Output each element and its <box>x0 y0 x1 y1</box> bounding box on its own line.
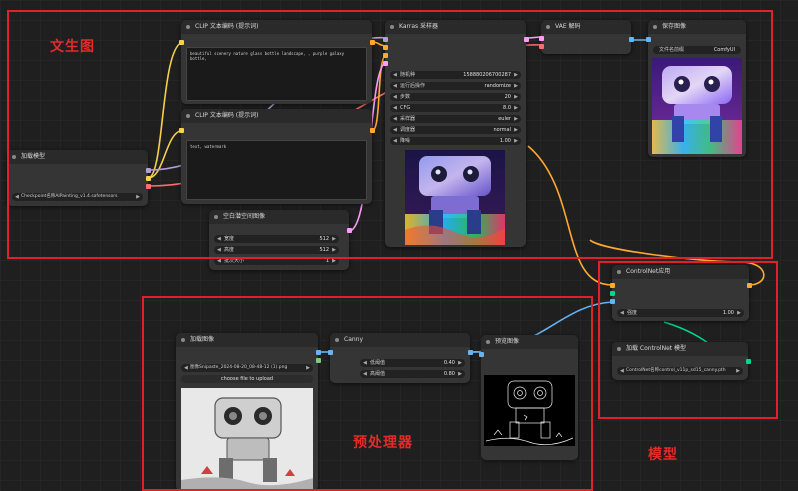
node-empty-latent[interactable]: 空白潜空间图像 ◀ 宽度 512 ▶ ◀ 高度 512 ▶ ◀ 批次大小 1 ▶ <box>209 210 352 270</box>
input-port-vae[interactable] <box>539 44 544 49</box>
arrow-right-icon[interactable]: ▶ <box>136 193 140 201</box>
output-port-image[interactable] <box>468 350 473 355</box>
node-canny[interactable]: Canny ◀ 低阈值 0.40 ▶ ◀ 高阈值 0.80 ▶ <box>328 333 473 383</box>
node-load-image[interactable]: 加载图像 ◀ 图像Snipaste_2024-08-20_08-48-12 (1… <box>176 333 321 491</box>
output-port-latent[interactable] <box>347 228 352 233</box>
node-title: 加载图像 <box>176 333 318 347</box>
output-port-clip[interactable] <box>146 176 151 181</box>
output-port-image[interactable] <box>316 350 321 355</box>
section-label-txt2img: 文生图 <box>50 39 95 55</box>
node-title: Canny <box>330 333 470 347</box>
collapse-dot-icon[interactable] <box>486 340 490 344</box>
node-clip-text-positive[interactable]: CLIP 文本编码 (提示词) beautiful scenery nature… <box>179 20 375 104</box>
input-port-negative[interactable] <box>383 53 388 58</box>
node-title: CLIP 文本编码 (提示词) <box>181 20 372 34</box>
seed-field[interactable]: ◀ 随机种 158880206700287 ▶ <box>390 71 521 79</box>
high-threshold-field[interactable]: ◀ 高阈值 0.80 ▶ <box>360 370 465 378</box>
collapse-dot-icon[interactable] <box>653 25 657 29</box>
node-vae-decode[interactable]: VAE 解码 <box>539 20 634 54</box>
prompt-textarea[interactable]: beautiful scenery nature glass bottle la… <box>186 47 367 101</box>
node-title: 加载模型 <box>7 150 148 164</box>
output-port-conditioning[interactable] <box>370 128 375 133</box>
height-field[interactable]: ◀ 高度 512 ▶ <box>214 246 339 254</box>
saved-image-preview <box>652 58 742 154</box>
node-title: VAE 解码 <box>541 20 631 34</box>
steps-field[interactable]: ◀ 步数 20 ▶ <box>390 93 521 101</box>
collapse-dot-icon[interactable] <box>617 270 621 274</box>
node-title: 保存图像 <box>648 20 746 34</box>
cfg-field[interactable]: ◀ CFG 8.0 ▶ <box>390 104 521 112</box>
node-title: Karras 采样器 <box>385 20 526 34</box>
section-label-model: 模型 <box>648 447 678 463</box>
prompt-textarea[interactable]: text, watermark <box>186 140 367 200</box>
wire-conditioning <box>527 145 613 286</box>
input-port-clip[interactable] <box>179 40 184 45</box>
collapse-dot-icon[interactable] <box>617 347 621 351</box>
collapse-dot-icon[interactable] <box>214 215 218 219</box>
filename-prefix-field[interactable]: 文件名前缀 ComfyUI <box>653 46 741 54</box>
node-clip-text-negative[interactable]: CLIP 文本编码 (提示词) text, watermark <box>179 109 375 204</box>
output-port-conditioning[interactable] <box>747 283 752 288</box>
collapse-dot-icon[interactable] <box>12 155 16 159</box>
ckpt-name-combo[interactable]: ◀ Checkpoint名称AIPainting_v1.4.safetensor… <box>12 193 143 201</box>
node-load-checkpoint[interactable]: 加载模型 ◀ Checkpoint名称AIPainting_v1.4.safet… <box>7 150 151 206</box>
control-after-generate-field[interactable]: ◀ 运行后操作 randomize ▶ <box>390 82 521 90</box>
collapse-dot-icon[interactable] <box>390 25 394 29</box>
node-controlnet-loader[interactable]: 加载 ControlNet 模型 ◀ ControlNet名称control_v… <box>612 342 751 380</box>
wire-clip <box>147 41 185 179</box>
denoise-field[interactable]: ◀ 降噪 1.00 ▶ <box>390 137 521 145</box>
batch-size-field[interactable]: ◀ 批次大小 1 ▶ <box>214 257 339 265</box>
canny-edge-preview <box>484 375 575 446</box>
output-port-control-net[interactable] <box>746 359 751 364</box>
collapse-dot-icon[interactable] <box>181 338 185 342</box>
output-port-conditioning[interactable] <box>370 40 375 45</box>
input-port-conditioning[interactable] <box>610 283 615 288</box>
output-port-vae[interactable] <box>146 184 151 189</box>
node-save-image[interactable]: 保存图像 文件名前缀 ComfyUI <box>646 20 746 157</box>
node-title: 加载 ControlNet 模型 <box>612 342 748 356</box>
arrow-left-icon[interactable]: ◀ <box>15 193 19 201</box>
strength-field[interactable]: ◀ 强度 1.00 ▶ <box>617 309 744 317</box>
node-controlnet-apply[interactable]: ControlNet应用 ◀ 强度 1.00 ▶ <box>610 265 752 321</box>
upload-button[interactable]: choose file to upload <box>181 375 313 383</box>
width-field[interactable]: ◀ 宽度 512 ▶ <box>214 235 339 243</box>
input-port-clip[interactable] <box>179 128 184 133</box>
output-port-mask[interactable] <box>316 358 321 363</box>
node-title: 空白潜空间图像 <box>209 210 349 224</box>
node-ksampler[interactable]: Karras 采样器 ◀ 随机种 158880206700287 ▶ ◀ 运行后操作 ra… <box>383 20 529 247</box>
node-title: CLIP 文本编码 (提示词) <box>181 109 372 123</box>
section-label-preprocessor: 预处理器 <box>353 435 413 451</box>
node-preview-image[interactable]: 预览图像 <box>479 335 578 460</box>
scheduler-field[interactable]: ◀ 调度器 normal ▶ <box>390 126 521 134</box>
input-port-control-net[interactable] <box>610 291 615 296</box>
input-port-latent[interactable] <box>383 61 388 66</box>
low-threshold-field[interactable]: ◀ 低阈值 0.40 ▶ <box>360 359 465 367</box>
image-file-combo[interactable]: ◀ 图像Snipaste_2024-08-20_08-48-12 (1).png… <box>181 364 313 372</box>
controlnet-name-combo[interactable]: ◀ ControlNet名称control_v11p_sd15_canny.pt… <box>617 367 743 375</box>
collapse-dot-icon[interactable] <box>546 25 550 29</box>
input-port-images[interactable] <box>646 37 651 42</box>
node-title: 预览图像 <box>481 335 578 349</box>
input-port-positive[interactable] <box>383 45 388 50</box>
collapse-dot-icon[interactable] <box>186 114 190 118</box>
node-title: ControlNet应用 <box>612 265 749 279</box>
source-image-preview <box>181 388 313 491</box>
collapse-dot-icon[interactable] <box>186 25 190 29</box>
output-port-model[interactable] <box>146 168 151 173</box>
input-port-image[interactable] <box>328 350 333 355</box>
latent-preview-image <box>405 150 505 245</box>
input-port-image[interactable] <box>610 299 615 304</box>
collapse-dot-icon[interactable] <box>335 338 339 342</box>
output-port-image[interactable] <box>629 37 634 42</box>
sampler-field[interactable]: ◀ 采样器 euler ▶ <box>390 115 521 123</box>
input-port-model[interactable] <box>383 37 388 42</box>
input-port-samples[interactable] <box>539 36 544 41</box>
output-port-latent[interactable] <box>524 37 529 42</box>
input-port-images[interactable] <box>479 352 484 357</box>
